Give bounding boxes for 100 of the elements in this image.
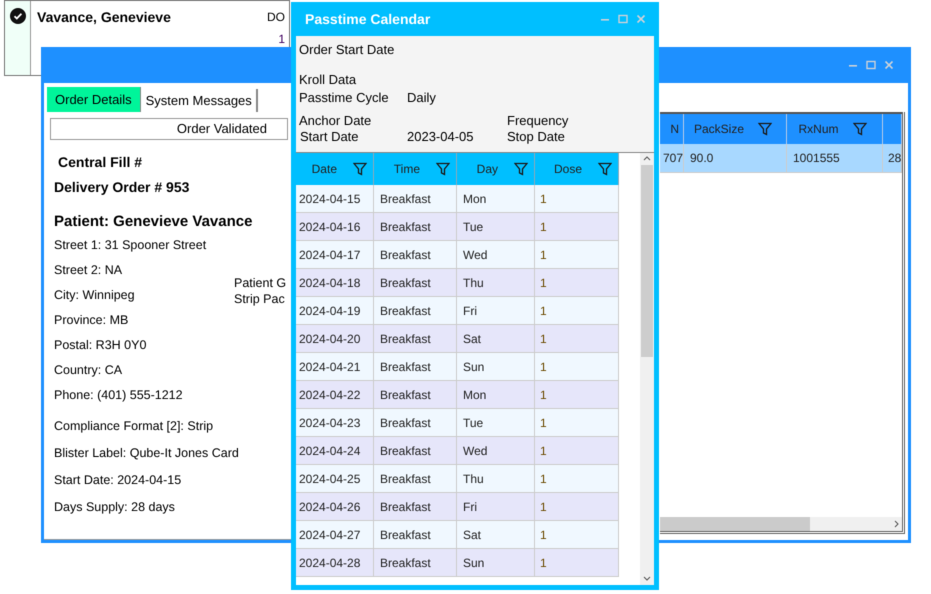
table-cell: Fri — [457, 493, 535, 520]
field-label: Start Date — [300, 128, 359, 146]
table-cell: Breakfast — [374, 185, 457, 212]
table-cell: 1 — [535, 521, 619, 548]
table-cell: 2024-04-25 — [296, 465, 374, 492]
detail-line: Start Date: 2024-04-15 — [54, 472, 182, 489]
order-count: 1 — [278, 33, 285, 46]
close-icon[interactable] — [884, 60, 894, 70]
address-line: Street 2: NA — [54, 262, 124, 279]
table-cell: 1 — [535, 465, 619, 492]
table-cell: 1 — [535, 325, 619, 352]
table-cell: Tue — [457, 213, 535, 240]
delivery-order-number: Delivery Order # 953 — [54, 178, 190, 197]
side-label: Strip Pac — [234, 291, 286, 307]
table-cell: Breakfast — [374, 241, 457, 268]
filter-icon[interactable] — [353, 162, 367, 176]
field-label: Order Start Date — [299, 41, 394, 59]
grid-row[interactable]: 707 90.0 1001555 28 — [660, 144, 902, 173]
filter-icon[interactable] — [598, 162, 612, 176]
grid-cell: 90.0 — [684, 144, 787, 172]
table-cell: 2024-04-27 — [296, 521, 374, 548]
filter-icon[interactable] — [758, 122, 772, 136]
table-cell: Breakfast — [374, 465, 457, 492]
order-code: DO — [267, 9, 285, 26]
table-cell: Sun — [457, 549, 535, 576]
table-cell: Breakfast — [374, 437, 457, 464]
table-cell: Breakfast — [374, 213, 457, 240]
section-label: Kroll Data — [299, 71, 356, 89]
table-cell: 2024-04-22 — [296, 381, 374, 408]
address-line: Street 1: 31 Spooner Street — [54, 237, 208, 254]
table-cell: 2024-04-17 — [296, 241, 374, 268]
table-cell: 1 — [535, 353, 619, 380]
field-value: 2023-04-05 — [407, 128, 474, 146]
table-cell: 2024-04-21 — [296, 353, 374, 380]
table-cell: 1 — [535, 381, 619, 408]
scrollbar-thumb[interactable] — [641, 165, 653, 357]
filter-icon[interactable] — [852, 122, 866, 136]
maximize-icon[interactable] — [866, 60, 876, 70]
table-cell: 1 — [535, 437, 619, 464]
table-cell: 1 — [535, 185, 619, 212]
table-cell: Breakfast — [374, 297, 457, 324]
grid-cell: 1001555 — [787, 144, 883, 172]
table-cell: Breakfast — [374, 549, 457, 576]
table-cell: Fri — [457, 297, 535, 324]
address-line: Country: CA — [54, 362, 124, 379]
table-cell: Breakfast — [374, 493, 457, 520]
field-label: Frequency — [507, 112, 568, 130]
table-cell: 1 — [535, 213, 619, 240]
table-cell: Mon — [457, 381, 535, 408]
table-cell: 2024-04-26 — [296, 493, 374, 520]
table-cell: Wed — [457, 241, 535, 268]
field-label: Anchor Date — [299, 112, 372, 130]
table-cell: 1 — [535, 409, 619, 436]
table-cell: 2024-04-18 — [296, 269, 374, 296]
patient-heading: Patient: Genevieve Vavance — [54, 212, 254, 232]
address-line: City: Winnipeg — [54, 287, 136, 304]
table-cell: 1 — [535, 241, 619, 268]
grid-cell: 28 — [883, 144, 902, 172]
table-cell: Tue — [457, 409, 535, 436]
detail-line: Days Supply: 28 days — [54, 499, 176, 516]
filter-icon[interactable] — [514, 162, 528, 176]
table-cell: 2024-04-16 — [296, 213, 374, 240]
window-title: Passtime Calendar — [305, 10, 430, 28]
scrollbar-thumb[interactable] — [660, 517, 810, 531]
table-cell: 1 — [535, 297, 619, 324]
table-cell: 2024-04-19 — [296, 297, 374, 324]
field-value: Daily — [407, 89, 436, 107]
table-cell: Mon — [457, 185, 535, 212]
table-cell: 1 — [535, 549, 619, 576]
table-cell: Thu — [457, 269, 535, 296]
table-cell: Thu — [457, 465, 535, 492]
table-cell: 2024-04-28 — [296, 549, 374, 576]
table-cell: Breakfast — [374, 269, 457, 296]
status-field: Order Validated — [50, 118, 288, 140]
detail-line: Compliance Format [2]: Strip — [54, 418, 214, 435]
grid-cell: 707 — [660, 144, 684, 172]
table-cell: Sat — [457, 325, 535, 352]
table-cell: Sat — [457, 521, 535, 548]
field-label: Stop Date — [507, 128, 565, 146]
address-line: Phone: (401) 555-1212 — [54, 387, 184, 404]
table-cell: 2024-04-23 — [296, 409, 374, 436]
tab[interactable]: Order Details — [47, 87, 141, 112]
table-cell: 1 — [535, 493, 619, 520]
table-cell: Breakfast — [374, 409, 457, 436]
table-cell: Wed — [457, 437, 535, 464]
scrollbar[interactable] — [640, 153, 654, 585]
table-cell: 2024-04-20 — [296, 325, 374, 352]
address-line: Postal: R3H 0Y0 — [54, 337, 148, 354]
table-cell: 2024-04-24 — [296, 437, 374, 464]
central-fill-label: Central Fill # — [58, 153, 144, 172]
table-cell: Breakfast — [374, 381, 457, 408]
patient-name: Vavance, Genevieve — [37, 8, 171, 27]
table-cell: Breakfast — [374, 325, 457, 352]
table-cell: Breakfast — [374, 353, 457, 380]
field-label: Passtime Cycle — [299, 89, 389, 107]
address-line: Province: MB — [54, 312, 130, 329]
table-cell: 1 — [535, 269, 619, 296]
side-label: Patient G — [234, 275, 286, 291]
filter-icon[interactable] — [436, 162, 450, 176]
table-cell: 2024-04-15 — [296, 185, 374, 212]
